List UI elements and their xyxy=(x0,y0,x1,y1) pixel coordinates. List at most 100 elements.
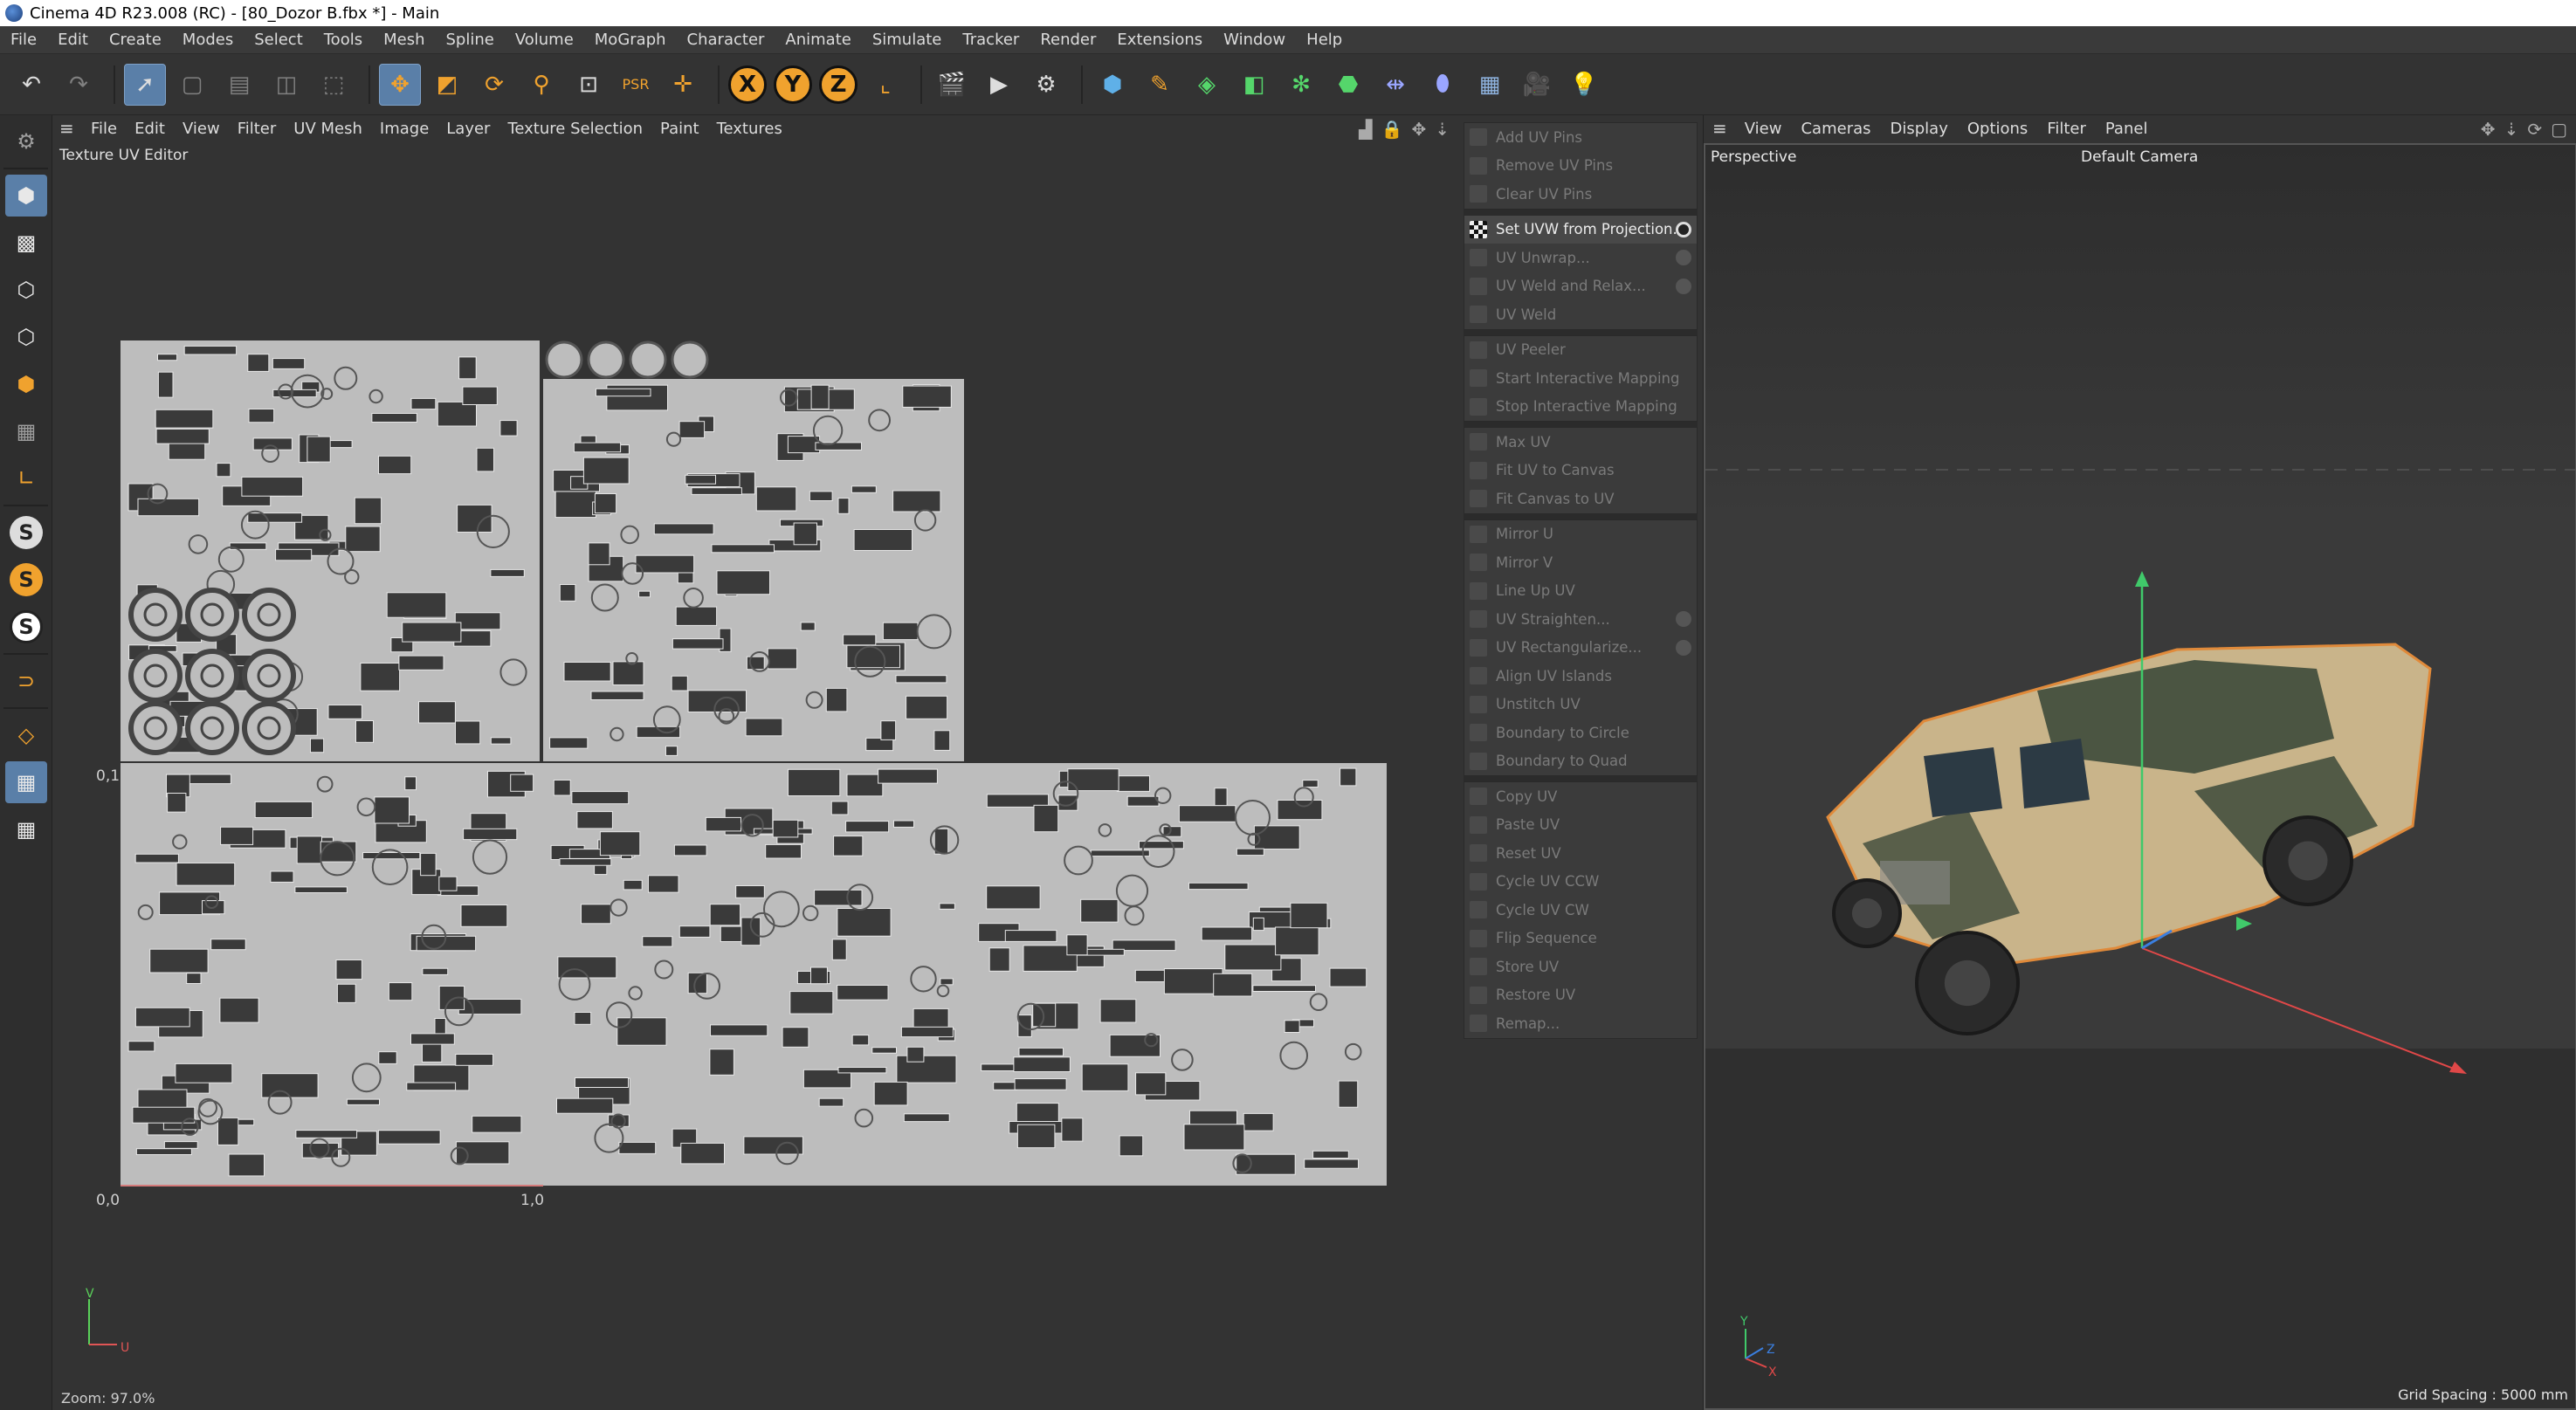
render-picture-viewer-icon[interactable]: ▶ xyxy=(978,64,1020,106)
command-boundary-to-quad[interactable]: Boundary to Quad xyxy=(1464,747,1697,776)
menu-animate[interactable]: Animate xyxy=(785,31,851,49)
options-gear-icon[interactable] xyxy=(1676,221,1691,237)
command-uv-weld[interactable]: UV Weld xyxy=(1464,300,1697,329)
move-tool-icon[interactable]: ✥ xyxy=(379,63,421,106)
maximize-icon[interactable]: ▢ xyxy=(2551,119,2567,140)
rotate-view-icon[interactable]: ⟳ xyxy=(2527,119,2542,140)
uv-transform-icon[interactable]: ⚲ xyxy=(520,64,562,106)
snap-icon[interactable]: ⊡ xyxy=(568,64,610,106)
options-gear-icon[interactable] xyxy=(1676,278,1691,294)
undo-icon[interactable]: ↶ xyxy=(10,64,52,106)
viewport-menu-panel[interactable]: Panel xyxy=(2105,120,2148,138)
lasso-selection-icon[interactable]: ◫ xyxy=(265,64,307,106)
command-remove-uv-pins[interactable]: Remove UV Pins xyxy=(1464,152,1697,181)
x-axis-lock-button[interactable]: X xyxy=(728,65,767,104)
viewport-menu-cameras[interactable]: Cameras xyxy=(1801,120,1870,138)
box-selection-icon[interactable]: ▤ xyxy=(218,64,260,106)
command-set-uvw-from-projection[interactable]: Set UVW from Projection... xyxy=(1464,215,1697,244)
subdivision-generator-icon[interactable]: ◈ xyxy=(1186,64,1228,106)
menu-create[interactable]: Create xyxy=(109,31,162,49)
spline-pen-icon[interactable]: ✎ xyxy=(1139,64,1181,106)
workplane-icon[interactable]: ◇ xyxy=(5,714,47,756)
command-flip-sequence[interactable]: Flip Sequence xyxy=(1464,925,1697,953)
hamburger-menu-icon[interactable]: ≡ xyxy=(1712,118,1727,139)
workplane-align-icon[interactable]: ▦ xyxy=(5,808,47,850)
live-selection-icon[interactable]: ▢ xyxy=(171,64,213,106)
command-uv-unwrap[interactable]: UV Unwrap... xyxy=(1464,244,1697,272)
menu-mesh[interactable]: Mesh xyxy=(383,31,424,49)
command-reset-uv[interactable]: Reset UV xyxy=(1464,839,1697,868)
command-remap[interactable]: Remap... xyxy=(1464,1009,1697,1038)
menu-simulate[interactable]: Simulate xyxy=(872,31,942,49)
command-align-uv-islands[interactable]: Align UV Islands xyxy=(1464,662,1697,691)
command-fit-canvas-to-uv[interactable]: Fit Canvas to UV xyxy=(1464,485,1697,513)
command-mirror-u[interactable]: Mirror U xyxy=(1464,520,1697,549)
y-axis-lock-button[interactable]: Y xyxy=(774,65,812,104)
options-gear-icon[interactable] xyxy=(1676,639,1691,656)
uv-mode-icon[interactable]: ▦ xyxy=(5,410,47,452)
menu-window[interactable]: Window xyxy=(1223,31,1285,49)
polygon-mode-icon[interactable]: ⬢ xyxy=(5,363,47,405)
extrude-generator-icon[interactable]: ◧ xyxy=(1233,64,1275,106)
polygon-selection-icon[interactable]: ⬚ xyxy=(313,64,355,106)
command-uv-weld-and-relax[interactable]: UV Weld and Relax... xyxy=(1464,272,1697,301)
viewport-menu-display[interactable]: Display xyxy=(1891,120,1948,138)
command-clear-uv-pins[interactable]: Clear UV Pins xyxy=(1464,180,1697,209)
menu-render[interactable]: Render xyxy=(1040,31,1096,49)
viewport-menu-filter[interactable]: Filter xyxy=(2047,120,2086,138)
uv-canvas[interactable]: 0,0 1,0 0,1 V U xyxy=(54,115,1460,1410)
point-mode-icon[interactable]: ⬡ xyxy=(5,269,47,311)
light-icon[interactable]: 💡 xyxy=(1563,64,1605,106)
perspective-view[interactable]: Y ZX Perspective Default Camera Grid Spac… xyxy=(1704,143,2576,1410)
z-axis-lock-button[interactable]: Z xyxy=(819,65,858,104)
zoom-icon[interactable]: ⇣ xyxy=(2504,119,2519,140)
pan-icon[interactable]: ✥ xyxy=(2481,119,2496,140)
floor-icon[interactable]: ▦ xyxy=(1469,64,1511,106)
workplane-lock-icon[interactable]: ▦ xyxy=(5,761,47,803)
options-gear-icon[interactable] xyxy=(1676,611,1691,628)
options-gear-icon[interactable] xyxy=(1676,250,1691,266)
menu-extensions[interactable]: Extensions xyxy=(1117,31,1202,49)
scale-tool-icon[interactable]: ◩ xyxy=(426,64,468,106)
menu-modes[interactable]: Modes xyxy=(183,31,233,49)
deformer-icon[interactable]: ⇹ xyxy=(1374,64,1416,106)
snapping-magnet-icon[interactable]: ⊃ xyxy=(5,660,47,702)
solo-off-icon[interactable]: S xyxy=(5,512,47,554)
command-uv-rectangularize[interactable]: UV Rectangularize... xyxy=(1464,634,1697,663)
menu-volume[interactable]: Volume xyxy=(515,31,574,49)
command-uv-straighten[interactable]: UV Straighten... xyxy=(1464,605,1697,634)
coordinate-system-icon[interactable]: ⌞ xyxy=(864,64,906,106)
menu-select[interactable]: Select xyxy=(254,31,303,49)
cloner-icon[interactable]: ✻ xyxy=(1280,64,1322,106)
cube-primitive-icon[interactable]: ⬢ xyxy=(1092,64,1133,106)
menu-spline[interactable]: Spline xyxy=(445,31,493,49)
command-start-interactive-mapping[interactable]: Start Interactive Mapping xyxy=(1464,364,1697,393)
command-paste-uv[interactable]: Paste UV xyxy=(1464,811,1697,840)
command-stop-interactive-mapping[interactable]: Stop Interactive Mapping xyxy=(1464,393,1697,422)
viewport-menu-options[interactable]: Options xyxy=(1967,120,2028,138)
menu-help[interactable]: Help xyxy=(1306,31,1342,49)
viewport-menu-view[interactable]: View xyxy=(1745,120,1782,138)
solo-single-icon[interactable]: S xyxy=(5,559,47,601)
command-restore-uv[interactable]: Restore UV xyxy=(1464,981,1697,1010)
select-tool-icon[interactable]: ➚ xyxy=(124,63,166,106)
command-mirror-v[interactable]: Mirror V xyxy=(1464,548,1697,577)
command-unstitch-uv[interactable]: Unstitch UV xyxy=(1464,691,1697,719)
menu-edit[interactable]: Edit xyxy=(58,31,88,49)
command-line-up-uv[interactable]: Line Up UV xyxy=(1464,577,1697,606)
command-store-uv[interactable]: Store UV xyxy=(1464,953,1697,981)
menu-character[interactable]: Character xyxy=(687,31,765,49)
command-max-uv[interactable]: Max UV xyxy=(1464,428,1697,457)
texture-mode-icon[interactable]: ▩ xyxy=(5,222,47,264)
redo-icon[interactable]: ↷ xyxy=(58,64,100,106)
field-icon[interactable]: ⬮ xyxy=(1422,64,1464,106)
command-cycle-uv-ccw[interactable]: Cycle UV CCW xyxy=(1464,868,1697,897)
render-settings-icon[interactable]: ⚙ xyxy=(1025,64,1067,106)
mograph-effector-icon[interactable]: ⬣ xyxy=(1327,64,1369,106)
camera-icon[interactable]: 🎥 xyxy=(1516,64,1558,106)
axis-modifier-icon[interactable]: ✛ xyxy=(662,64,704,106)
edge-mode-icon[interactable]: ⬡ xyxy=(5,316,47,358)
command-copy-uv[interactable]: Copy UV xyxy=(1464,782,1697,811)
model-mode-icon[interactable]: ⬢ xyxy=(5,175,47,217)
render-view-icon[interactable]: 🎬 xyxy=(931,64,973,106)
